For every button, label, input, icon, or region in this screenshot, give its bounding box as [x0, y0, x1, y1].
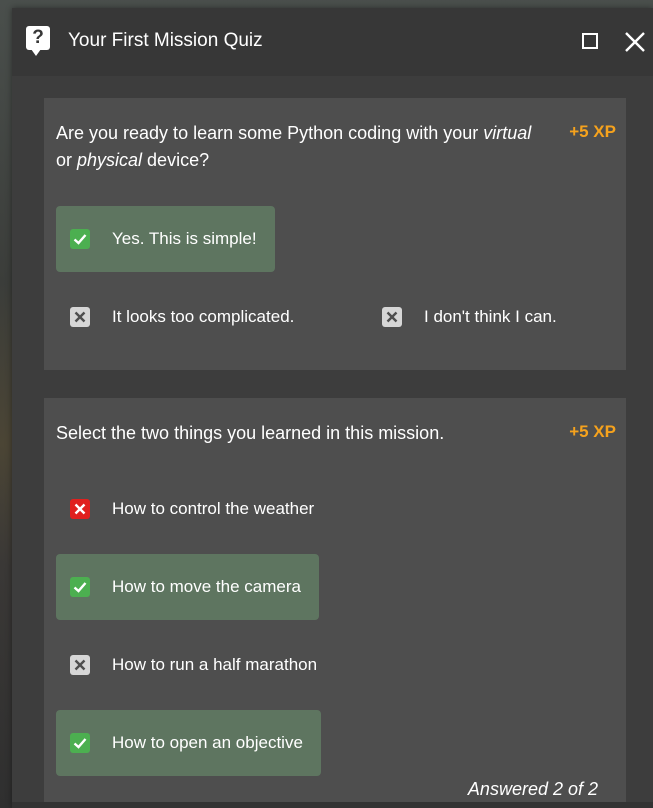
- answer-label: It looks too complicated.: [112, 307, 295, 326]
- answer-option[interactable]: It looks too complicated.: [56, 284, 312, 350]
- quiz-window: ? Your First Mission Quiz Are you ready …: [12, 8, 653, 808]
- answer-label: I don't think I can.: [424, 307, 557, 326]
- question-2-text: Select the two things you learned in thi…: [56, 423, 445, 443]
- x-box-icon: [382, 307, 402, 327]
- answer-option[interactable]: How to move the camera: [56, 554, 319, 620]
- wrong-x-icon: [70, 499, 90, 519]
- answer-label: Yes. This is simple!: [112, 229, 257, 248]
- x-box-icon: [70, 655, 90, 675]
- answer-option[interactable]: How to control the weather: [56, 476, 332, 542]
- quiz-content: Are you ready to learn some Python codin…: [12, 76, 653, 808]
- emphasis-physical: physical: [77, 150, 143, 170]
- close-icon[interactable]: [624, 31, 646, 53]
- xp-badge: +5 XP: [569, 422, 616, 441]
- question-card-1: Are you ready to learn some Python codin…: [44, 98, 626, 370]
- x-box-icon: [70, 307, 90, 327]
- answer-option[interactable]: I don't think I can.: [368, 284, 575, 350]
- help-icon: ?: [26, 26, 50, 56]
- window-title: Your First Mission Quiz: [68, 30, 263, 51]
- xp-badge: +5 XP: [569, 122, 616, 141]
- answer-label: How to control the weather: [112, 499, 315, 518]
- question-1-text: Are you ready to learn some Python codin…: [56, 123, 532, 170]
- answer-option[interactable]: How to run a half marathon: [56, 632, 335, 698]
- answered-status: Answered 2 of 2: [467, 779, 598, 799]
- answer-label: How to run a half marathon: [112, 655, 318, 674]
- checkmark-icon: [70, 229, 90, 249]
- question-card-2: Select the two things you learned in thi…: [44, 398, 626, 808]
- checkmark-icon: [70, 733, 90, 753]
- title-bar: ? Your First Mission Quiz: [12, 8, 653, 76]
- bottom-divider: [12, 802, 653, 808]
- answer-option[interactable]: Yes. This is simple!: [56, 206, 275, 272]
- checkmark-icon: [70, 577, 90, 597]
- answer-label: How to open an objective: [112, 733, 303, 752]
- maximize-icon[interactable]: [582, 33, 598, 49]
- emphasis-virtual: virtual: [483, 123, 532, 143]
- answer-label: How to move the camera: [112, 577, 301, 596]
- answer-option[interactable]: How to open an objective: [56, 710, 321, 776]
